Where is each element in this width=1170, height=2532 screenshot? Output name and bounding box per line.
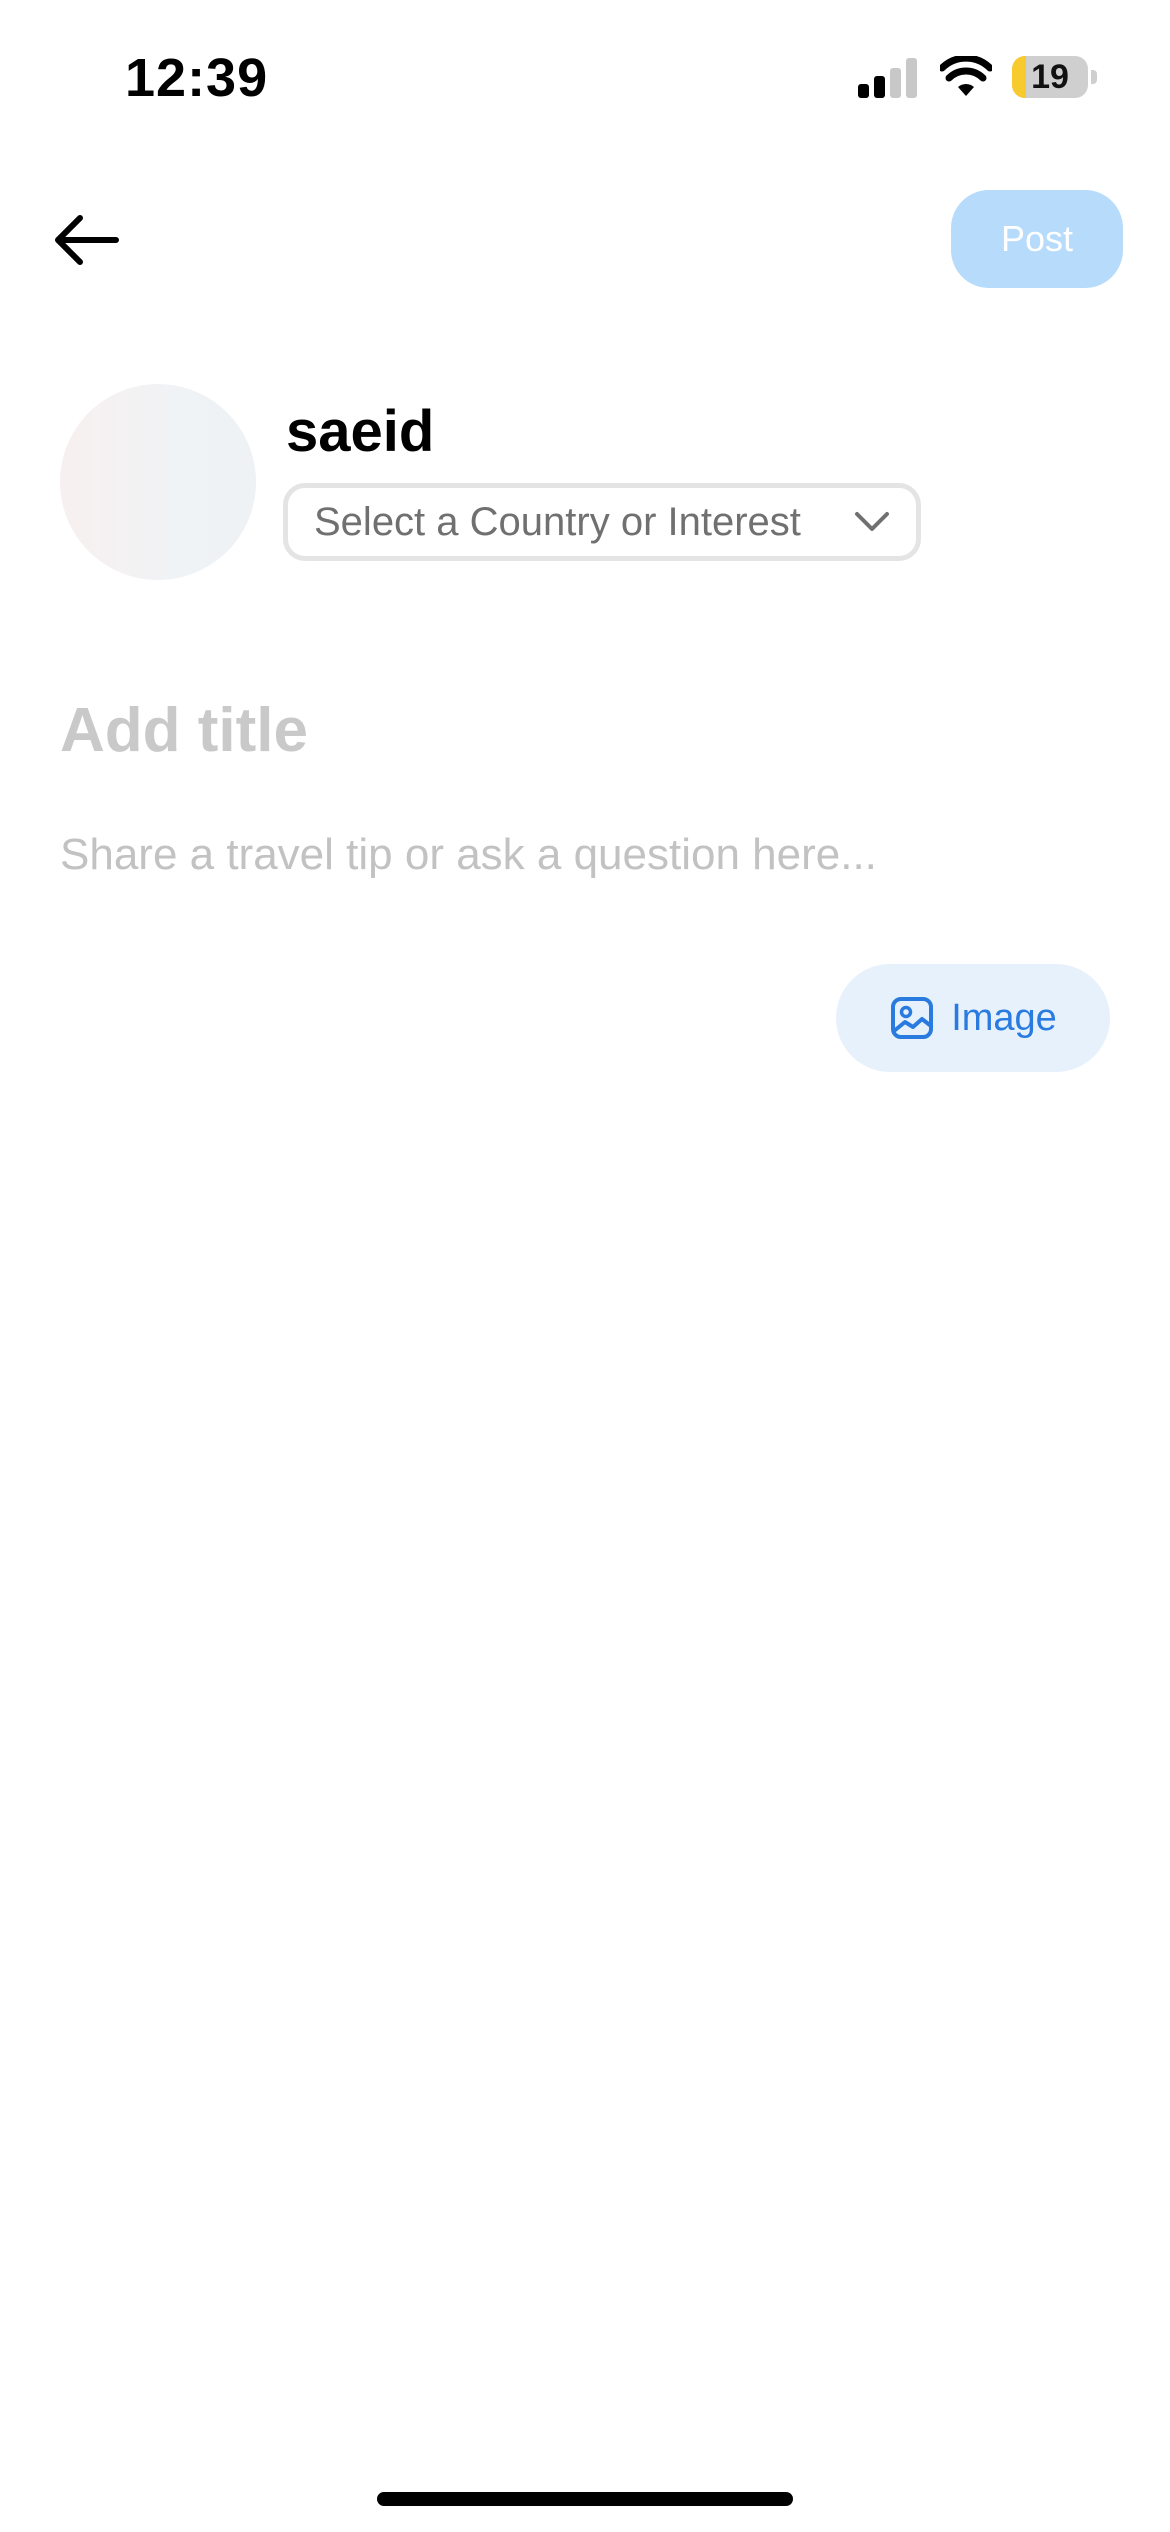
arrow-left-icon [55, 215, 119, 265]
add-image-button[interactable]: Image [836, 964, 1110, 1072]
chevron-down-icon [855, 512, 889, 531]
home-indicator[interactable] [377, 2492, 793, 2506]
cellular-signal-icon [858, 58, 918, 98]
username: saeid [286, 399, 435, 464]
post-button[interactable]: Post [951, 190, 1123, 288]
post-body-input[interactable] [60, 830, 1110, 900]
title-input[interactable] [60, 690, 1110, 770]
image-icon [891, 997, 934, 1039]
wifi-icon [940, 56, 992, 96]
avatar [60, 384, 256, 580]
back-button[interactable] [40, 200, 130, 280]
battery-percentage: 19 [1031, 58, 1069, 96]
battery-nub [1091, 70, 1097, 84]
status-time: 12:39 [125, 48, 269, 108]
battery-icon: 19 [1012, 56, 1088, 98]
country-interest-select[interactable]: Select a Country or Interest [283, 483, 921, 561]
image-button-label: Image [951, 996, 1057, 1039]
country-select-placeholder: Select a Country or Interest [314, 499, 801, 544]
